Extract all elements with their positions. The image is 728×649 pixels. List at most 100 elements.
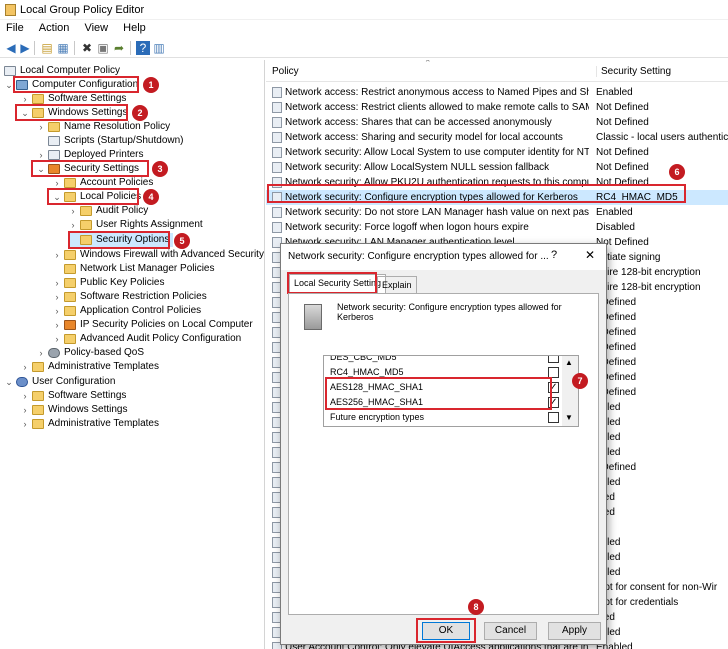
list-scrollbar[interactable]: ▲ ▼ <box>562 356 578 426</box>
tree-item-scripts[interactable]: Scripts (Startup/Shutdown) <box>36 134 261 148</box>
policy-row[interactable]: Network access: Shares that can be acces… <box>266 115 728 130</box>
policy-row[interactable]: Network security: Allow Local System to … <box>266 145 728 160</box>
tree-item-software-restriction-policies[interactable]: › Software Restriction Policies <box>52 290 262 304</box>
chevron-right-icon[interactable]: › <box>68 204 78 218</box>
tree-item-user-rights-assignment[interactable]: › User Rights Assignment <box>68 218 263 232</box>
tree-item-application-control-policies[interactable]: › Application Control Policies <box>52 304 262 318</box>
column-header-policy[interactable]: Policy <box>272 66 299 77</box>
help-icon[interactable]: ? <box>136 41 150 55</box>
menu-view[interactable]: View <box>78 20 114 36</box>
policy-row[interactable]: Network security: Force logoff when logo… <box>266 220 728 235</box>
column-header-security-setting[interactable]: Security Setting <box>596 66 671 77</box>
tree-item-security-options[interactable]: Security Options <box>68 233 173 247</box>
policy-setting: t Defined <box>596 387 637 398</box>
chevron-right-icon[interactable]: › <box>52 276 62 290</box>
chevron-right-icon[interactable]: › <box>20 92 30 106</box>
ok-button[interactable]: OK <box>422 622 470 640</box>
properties-icon[interactable]: ▣ <box>96 41 110 55</box>
option-future-encryption-types[interactable]: Future encryption types <box>324 410 562 425</box>
tree-item-label: Security Settings <box>64 163 140 174</box>
tree-item-administrative-templates[interactable]: › Administrative Templates <box>20 360 260 374</box>
policy-name: Network access: Shares that can be acces… <box>285 117 552 128</box>
tree-item-user-windows-settings[interactable]: › Windows Settings <box>20 403 260 417</box>
chevron-right-icon[interactable]: › <box>52 248 62 262</box>
show-hide-tree-icon[interactable]: ▦ <box>56 41 70 55</box>
chevron-down-icon[interactable]: ⌄ <box>4 375 14 389</box>
option-des-cbc-md5[interactable]: DES_CBC_MD5 <box>324 355 562 365</box>
tree-item-policy-based-qos[interactable]: › Policy-based QoS <box>36 346 261 360</box>
policy-name: Network security: Configure encryption t… <box>285 192 578 203</box>
chevron-right-icon[interactable]: › <box>52 318 62 332</box>
policy-row[interactable]: Network security: Configure encryption t… <box>266 190 728 205</box>
apply-button[interactable]: Apply <box>548 622 601 640</box>
chevron-right-icon[interactable]: › <box>52 332 62 346</box>
chevron-down-icon[interactable]: ⌄ <box>52 190 62 204</box>
forward-icon[interactable]: ▶ <box>18 41 32 55</box>
policy-row[interactable]: Network security: Allow LocalSystem NULL… <box>266 160 728 175</box>
menu-help[interactable]: Help <box>117 20 152 36</box>
chevron-down-icon[interactable]: ⌄ <box>4 78 14 92</box>
tree-item-local-computer-policy[interactable]: Local Computer Policy <box>4 64 254 78</box>
chevron-right-icon[interactable]: › <box>20 389 30 403</box>
up-folder-icon[interactable]: ▤ <box>40 41 54 55</box>
tree-item-security-settings[interactable]: ⌄ Security Settings <box>36 162 261 176</box>
tab-local-security-setting[interactable]: Local Security Setting <box>289 274 387 294</box>
menu-action[interactable]: Action <box>33 20 76 36</box>
policy-row[interactable]: Network security: Allow PKU2U authentica… <box>266 175 728 190</box>
chevron-right-icon[interactable]: › <box>36 148 46 162</box>
chevron-down-icon[interactable]: ⌄ <box>20 106 30 120</box>
chevron-right-icon[interactable]: › <box>20 417 30 431</box>
chevron-right-icon[interactable]: › <box>52 176 62 190</box>
option-checkbox[interactable] <box>548 412 559 423</box>
tree-item-deployed-printers[interactable]: › Deployed Printers <box>36 148 261 162</box>
option-aes256-hmac-sha1[interactable]: AES256_HMAC_SHA1 ✓ <box>324 395 562 410</box>
tree-item-user-software-settings[interactable]: › Software Settings <box>20 389 260 403</box>
chevron-right-icon[interactable]: › <box>52 304 62 318</box>
tree-item-advanced-audit-policy[interactable]: › Advanced Audit Policy Configuration <box>52 332 262 346</box>
chevron-right-icon[interactable]: › <box>20 403 30 417</box>
option-aes128-hmac-sha1[interactable]: AES128_HMAC_SHA1 ✓ <box>324 380 562 395</box>
tree-item-user-configuration[interactable]: ⌄ User Configuration <box>4 375 254 389</box>
chevron-right-icon[interactable]: › <box>52 290 62 304</box>
tree-item-public-key-policies[interactable]: › Public Key Policies <box>52 276 262 290</box>
tree-item-name-resolution-policy[interactable]: › Name Resolution Policy <box>36 120 261 134</box>
chevron-right-icon[interactable]: › <box>36 120 46 134</box>
tree-item-label: IP Security Policies on Local Computer <box>80 319 253 330</box>
menu-file[interactable]: File <box>0 20 30 36</box>
tree-item-computer-configuration[interactable]: ⌄ Computer Configuration <box>4 78 254 92</box>
option-rc4-hmac-md5[interactable]: RC4_HMAC_MD5 <box>324 365 562 380</box>
back-icon[interactable]: ◀ <box>4 41 18 55</box>
policy-setting: t Defined <box>596 327 637 338</box>
view-icon[interactable]: ▥ <box>152 41 166 55</box>
policy-row[interactable]: Network access: Restrict anonymous acces… <box>266 85 728 100</box>
tab-explain[interactable]: Explain <box>377 276 417 294</box>
tree-item-user-administrative-templates[interactable]: › Administrative Templates <box>20 417 260 431</box>
close-icon[interactable]: ✕ <box>585 248 595 262</box>
option-checkbox[interactable]: ✓ <box>548 397 559 408</box>
tree-item-ip-security-policies[interactable]: › IP Security Policies on Local Computer <box>52 318 262 332</box>
policy-row[interactable]: Network access: Sharing and security mod… <box>266 130 728 145</box>
export-icon[interactable]: ➦ <box>112 41 126 55</box>
tree-item-audit-policy[interactable]: › Audit Policy <box>68 204 263 218</box>
chevron-down-icon[interactable]: ⌄ <box>36 162 46 176</box>
scroll-down-icon[interactable]: ▼ <box>565 413 573 422</box>
tree-item-windows-firewall[interactable]: › Windows Firewall with Advanced Securit… <box>52 248 264 262</box>
option-checkbox[interactable] <box>548 367 559 378</box>
option-checkbox[interactable]: ✓ <box>548 382 559 393</box>
help-icon[interactable]: ? <box>551 249 557 261</box>
option-label: DES_CBC_MD5 <box>330 355 397 362</box>
tree-item-account-policies[interactable]: › Account Policies <box>52 176 262 190</box>
chevron-right-icon[interactable]: › <box>68 218 78 232</box>
delete-icon[interactable]: ✖ <box>80 41 94 55</box>
policy-icon <box>272 87 282 98</box>
tree-item-label: Name Resolution Policy <box>64 121 171 132</box>
option-checkbox[interactable] <box>548 356 559 363</box>
cancel-button[interactable]: Cancel <box>484 622 537 640</box>
chevron-right-icon[interactable]: › <box>36 346 46 360</box>
chevron-right-icon[interactable]: › <box>20 360 30 374</box>
policy-row[interactable]: Network security: Do not store LAN Manag… <box>266 205 728 220</box>
tree-item-software-settings[interactable]: › Software Settings <box>20 92 260 106</box>
tree-item-network-list-manager[interactable]: Network List Manager Policies <box>52 262 262 276</box>
scroll-up-icon[interactable]: ▲ <box>565 358 573 367</box>
policy-row[interactable]: Network access: Restrict clients allowed… <box>266 100 728 115</box>
